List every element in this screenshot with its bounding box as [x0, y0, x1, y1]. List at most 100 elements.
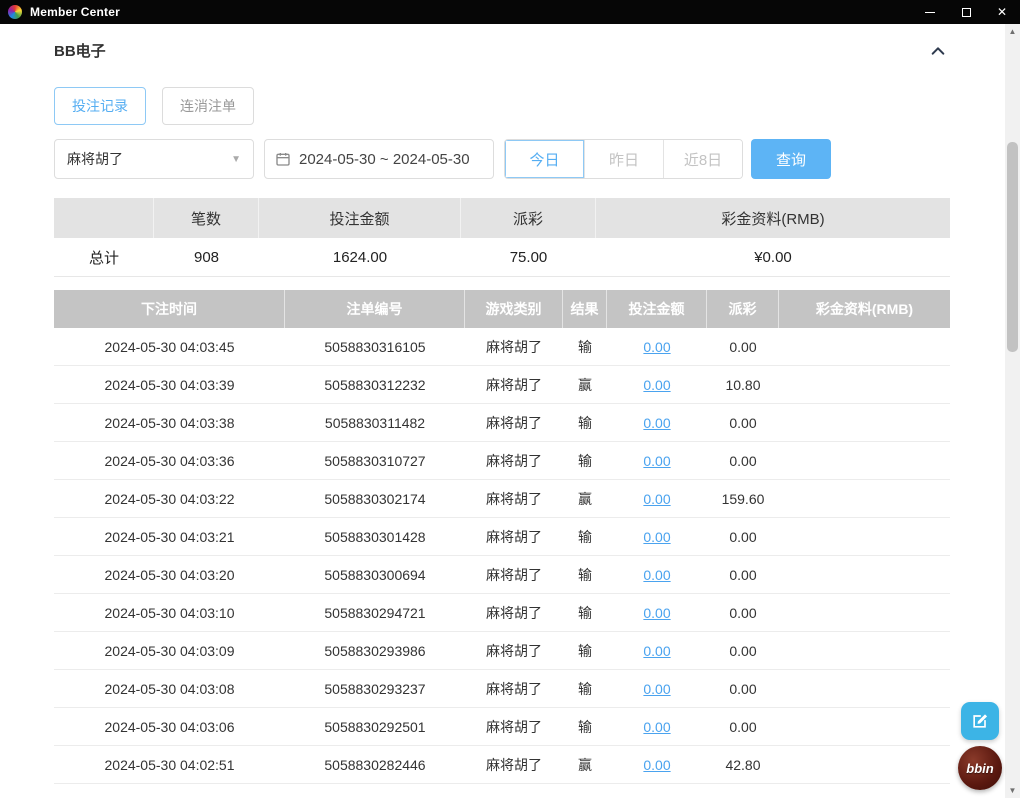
result-text: 输: [578, 566, 592, 583]
app-logo-icon: [8, 5, 22, 19]
game-type: 麻将胡了: [486, 338, 542, 355]
game-type: 麻将胡了: [486, 566, 542, 583]
payout-value: 0.00: [729, 414, 757, 431]
result-text: 输: [578, 680, 592, 697]
titlebar: Member Center ✕: [0, 0, 1020, 24]
payout-value: 0.00: [729, 566, 757, 583]
game-type: 麻将胡了: [486, 490, 542, 507]
quick-yesterday-button[interactable]: 昨日: [584, 140, 663, 178]
minimize-button[interactable]: [912, 0, 948, 24]
bet-time: 2024-05-30 04:03:06: [104, 718, 235, 735]
table-row: 2024-05-30 04:03:39 5058830312232 麻将胡了 赢…: [54, 366, 950, 404]
search-button[interactable]: 查询: [751, 139, 831, 179]
window-controls: ✕: [912, 0, 1020, 24]
order-number: 5058830293986: [324, 642, 426, 659]
summary-total-row: 总计 908 1624.00 75.00 ¥0.00: [54, 238, 950, 277]
table-row: 2024-05-30 04:03:08 5058830293237 麻将胡了 输…: [54, 670, 950, 708]
bet-amount-link[interactable]: 0.00: [643, 567, 670, 583]
bonus-value: [779, 670, 950, 707]
scroll-down-arrow-icon[interactable]: ▼: [1005, 783, 1020, 798]
bet-amount-link[interactable]: 0.00: [643, 681, 670, 697]
bbin-logo[interactable]: bbin: [958, 746, 1002, 790]
maximize-button[interactable]: [948, 0, 984, 24]
result-text: 输: [578, 338, 592, 355]
bet-amount-link[interactable]: 0.00: [643, 491, 670, 507]
payout-value: 159.60: [721, 490, 765, 507]
scroll-up-arrow-icon[interactable]: ▲: [1005, 24, 1020, 39]
game-type: 麻将胡了: [486, 718, 542, 735]
result-text: 输: [578, 452, 592, 469]
feedback-button[interactable]: [961, 702, 999, 740]
bet-amount-link[interactable]: 0.00: [643, 757, 670, 773]
result-text: 输: [578, 528, 592, 545]
bonus-value: [779, 708, 950, 745]
result-text: 输: [578, 604, 592, 621]
bet-time: 2024-05-30 04:02:51: [104, 756, 235, 773]
payout-value: 0.00: [729, 642, 757, 659]
order-number: 5058830310727: [324, 452, 426, 469]
summary-count-value: 908: [193, 248, 220, 266]
bet-time: 2024-05-30 04:03:20: [104, 566, 235, 583]
header-order-number: 注单编号: [285, 290, 465, 328]
close-button[interactable]: ✕: [984, 0, 1020, 24]
table-row: 2024-05-30 04:03:21 5058830301428 麻将胡了 输…: [54, 518, 950, 556]
bet-time: 2024-05-30 04:03:08: [104, 680, 235, 697]
summary-header-bet: 投注金额: [259, 198, 461, 238]
bet-amount-link[interactable]: 0.00: [643, 719, 670, 735]
summary-bet-value: 1624.00: [332, 248, 388, 266]
header-bet-amount: 投注金额: [607, 290, 707, 328]
summary-total-label: 总计: [88, 249, 119, 267]
summary-payout-value: 75.00: [509, 248, 548, 266]
bonus-value: [779, 556, 950, 593]
vertical-scrollbar[interactable]: ▲ ▼: [1005, 24, 1020, 798]
bet-amount-link[interactable]: 0.00: [643, 453, 670, 469]
summary-header-bonus: 彩金资料(RMB): [721, 210, 825, 228]
bet-amount-link[interactable]: 0.00: [643, 605, 670, 621]
date-range-input[interactable]: 2024-05-30 ~ 2024-05-30: [264, 139, 494, 179]
payout-value: 0.00: [729, 604, 757, 621]
chevron-up-icon: [931, 46, 945, 55]
game-select[interactable]: 麻将胡了 ▼: [54, 139, 254, 179]
header-bet-time: 下注时间: [54, 290, 285, 328]
game-type: 麻将胡了: [486, 528, 542, 545]
header-payout: 派彩: [707, 290, 779, 328]
records-header-row: 下注时间 注单编号 游戏类别 结果 投注金额 派彩 彩金资料(RMB): [54, 290, 950, 328]
summary-header-blank: [54, 198, 154, 238]
bet-amount-link[interactable]: 0.00: [643, 339, 670, 355]
quick-today-button[interactable]: 今日: [505, 140, 584, 178]
tab-cancelled-orders[interactable]: 连消注单: [162, 87, 254, 125]
header-game-type: 游戏类别: [465, 290, 563, 328]
result-text: 赢: [578, 756, 592, 773]
summary-bonus-value: ¥0.00: [754, 248, 792, 266]
collapse-panel-button[interactable]: [926, 41, 950, 61]
scrollbar-thumb[interactable]: [1007, 142, 1018, 352]
bet-time: 2024-05-30 04:03:22: [104, 490, 235, 507]
panel-header: BB电子: [54, 40, 950, 61]
table-row: 2024-05-30 04:03:45 5058830316105 麻将胡了 输…: [54, 328, 950, 366]
minimize-icon: [925, 11, 935, 13]
table-row: 2024-05-30 04:03:22 5058830302174 麻将胡了 赢…: [54, 480, 950, 518]
bet-amount-link[interactable]: 0.00: [643, 643, 670, 659]
quick-date-group: 今日 昨日 近8日: [504, 139, 743, 179]
bonus-value: [779, 366, 950, 403]
bonus-value: [779, 594, 950, 631]
game-type: 麻将胡了: [486, 756, 542, 773]
bet-time: 2024-05-30 04:03:38: [104, 414, 235, 431]
game-type: 麻将胡了: [486, 414, 542, 431]
result-text: 赢: [578, 490, 592, 507]
summary-header-count: 笔数: [154, 198, 259, 238]
bet-time: 2024-05-30 04:03:10: [104, 604, 235, 621]
bet-amount-link[interactable]: 0.00: [643, 529, 670, 545]
bet-amount-link[interactable]: 0.00: [643, 415, 670, 431]
result-text: 输: [578, 414, 592, 431]
quick-last8days-button[interactable]: 近8日: [663, 140, 742, 178]
bet-amount-link[interactable]: 0.00: [643, 377, 670, 393]
order-number: 5058830293237: [324, 680, 426, 697]
record-tabs: 投注记录 连消注单: [54, 87, 1006, 125]
tab-bet-records[interactable]: 投注记录: [54, 87, 146, 125]
game-type: 麻将胡了: [486, 604, 542, 621]
close-icon: ✕: [996, 5, 1008, 19]
summary-header-payout: 派彩: [461, 198, 596, 238]
result-text: 输: [578, 718, 592, 735]
summary-table: 笔数 投注金额 派彩 彩金资料(RMB) 总计 908 1624.00 75.0…: [54, 198, 950, 277]
